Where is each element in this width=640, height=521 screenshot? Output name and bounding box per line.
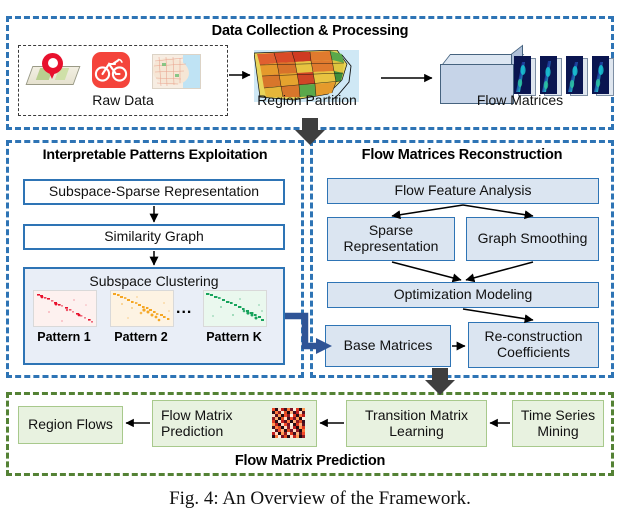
box-flow-feature-analysis[interactable]: Flow Feature Analysis [327, 178, 599, 204]
pattern-ellipsis: ... [176, 300, 193, 317]
framework-overview-figure: Data Collection & Processing Raw Data Re… [0, 0, 640, 521]
bike-share-icon [92, 52, 130, 88]
panel-patterns-title: Interpretable Patterns Exploitation [42, 147, 268, 163]
prediction-heatmap-thumbnail [272, 408, 305, 438]
box-optimization-modeling[interactable]: Optimization Modeling [327, 282, 599, 308]
box-subspace-sparse-representation[interactable]: Subspace-Sparse Representation [23, 179, 285, 205]
flow-matrix-slice [514, 56, 536, 96]
panel-reconstruction-title: Flow Matrices Reconstruction [361, 147, 563, 163]
pattern-thumbnail-k [203, 290, 267, 327]
box-region-flows[interactable]: Region Flows [18, 406, 123, 444]
pattern-label-1: Pattern 1 [37, 330, 91, 344]
map-pin-icon [25, 53, 81, 85]
panel-prediction-title: Flow Matrix Prediction [234, 453, 386, 469]
box-re-construction-coefficients[interactable]: Re-construction Coefficients [468, 322, 599, 368]
flow-matrix-slice [592, 56, 614, 96]
pattern-label-k: Pattern K [206, 330, 262, 344]
flow-matrix-slice [566, 56, 588, 96]
region-partition-label: Region Partition [257, 92, 357, 108]
flow-matrices-label: Flow Matrices [476, 92, 564, 108]
figure-caption: Fig. 4: An Overview of the Framework. [169, 488, 471, 509]
box-subspace-clustering-label: Subspace Clustering [89, 273, 219, 289]
pattern-thumbnail-1 [33, 290, 97, 327]
box-base-matrices[interactable]: Base Matrices [325, 325, 451, 367]
city-map-icon [152, 54, 201, 89]
box-graph-smoothing[interactable]: Graph Smoothing [466, 217, 599, 261]
box-similarity-graph[interactable]: Similarity Graph [23, 224, 285, 250]
raw-data-label: Raw Data [92, 92, 154, 108]
box-flow-matrix-prediction-label: Flow Matrix Prediction [161, 406, 233, 439]
pattern-thumbnail-2 [110, 290, 174, 327]
box-time-series-mining[interactable]: Time Series Mining [512, 400, 604, 447]
panel-data-collection-title: Data Collection & Processing [211, 23, 409, 39]
pattern-label-2: Pattern 2 [114, 330, 168, 344]
box-transition-matrix-learning[interactable]: Transition Matrix Learning [346, 400, 487, 447]
box-sparse-representation[interactable]: Sparse Representation [327, 217, 455, 261]
flow-matrix-slice [540, 56, 562, 96]
